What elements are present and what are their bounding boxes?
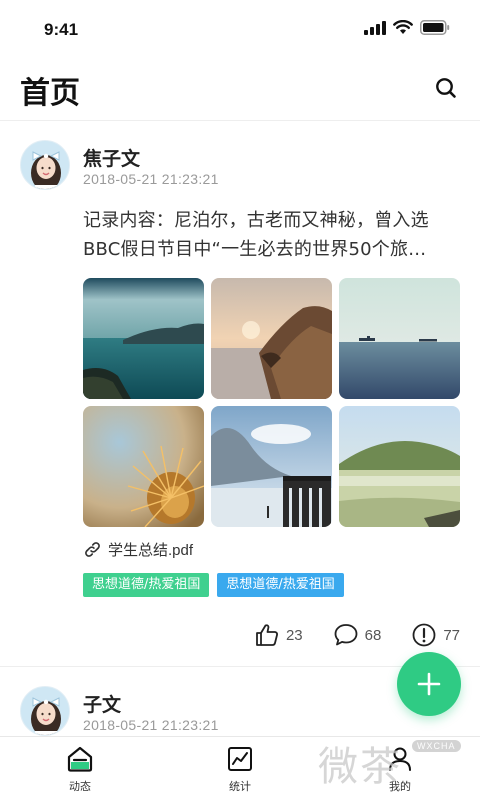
avatar[interactable] [20,686,70,736]
link-icon [85,542,100,557]
tab-label: 动态 [69,780,91,793]
post-time: 2018-05-21 21:23:21 [83,717,219,733]
status-icons [364,20,450,35]
like-count: 23 [285,626,303,644]
header: 首页 [0,60,480,120]
tab-feed[interactable]: 动态 [40,745,120,794]
alert-icon [412,623,436,647]
post-time: 2018-05-21 21:23:21 [83,171,219,187]
author-name[interactable]: 焦子文 [83,144,140,171]
home-icon [67,746,93,772]
post-actions: 23 68 77 [224,622,460,648]
comment-button[interactable]: 68 [333,622,382,648]
tag[interactable]: 思想道德/热爱祖国 [83,573,210,597]
report-button[interactable]: 77 [411,622,460,648]
page-title: 首页 [20,76,80,111]
avatar[interactable] [20,140,70,190]
search-icon [436,78,456,98]
battery-icon [420,20,450,35]
attachment-link[interactable]: 学生总结.pdf [83,539,193,560]
tab-label: 统计 [229,780,251,793]
photo-thumbnail[interactable] [339,406,460,527]
signal-icon [364,20,386,35]
photo-thumbnail[interactable] [339,278,460,399]
comment-icon [334,624,358,646]
status-bar: 9:41 [0,0,480,60]
chart-icon [228,747,252,771]
content-line: 记录内容：尼泊尔，古老而又神秘，曾入选 [83,210,429,231]
author-name[interactable]: 子文 [83,690,121,717]
attachment-name: 学生总结.pdf [108,542,194,559]
wifi-icon [393,20,413,34]
photo-thumbnail[interactable] [83,406,204,527]
search-button[interactable] [428,70,464,106]
tag[interactable]: 思想道德/热爱祖国 [217,573,344,597]
plus-icon [417,672,441,696]
tab-stats[interactable]: 统计 [200,745,280,794]
tab-bar: 动态 统计 我的 [0,736,480,800]
photo-thumbnail[interactable] [83,278,204,399]
content-line: BBC假日节目中“一生必去的世界50个旅… [83,239,427,260]
divider [0,120,480,121]
tab-profile[interactable]: 我的 [360,745,440,794]
like-button[interactable]: 23 [254,622,303,648]
photo-thumbnail[interactable] [211,406,332,527]
photo-thumbnail[interactable] [211,278,332,399]
tab-label: 我的 [389,780,411,793]
post-content[interactable]: 记录内容：尼泊尔，古老而又神秘，曾入选 BBC假日节目中“一生必去的世界50个旅… [83,206,461,264]
tag-list: 思想道德/热爱祖国 思想道德/热爱祖国 [83,573,344,597]
comment-count: 68 [364,626,382,644]
thumbs-up-icon [256,624,278,646]
add-post-button[interactable] [397,652,461,716]
status-time: 9:41 [44,20,79,39]
report-count: 77 [443,626,460,644]
user-icon [389,747,411,771]
